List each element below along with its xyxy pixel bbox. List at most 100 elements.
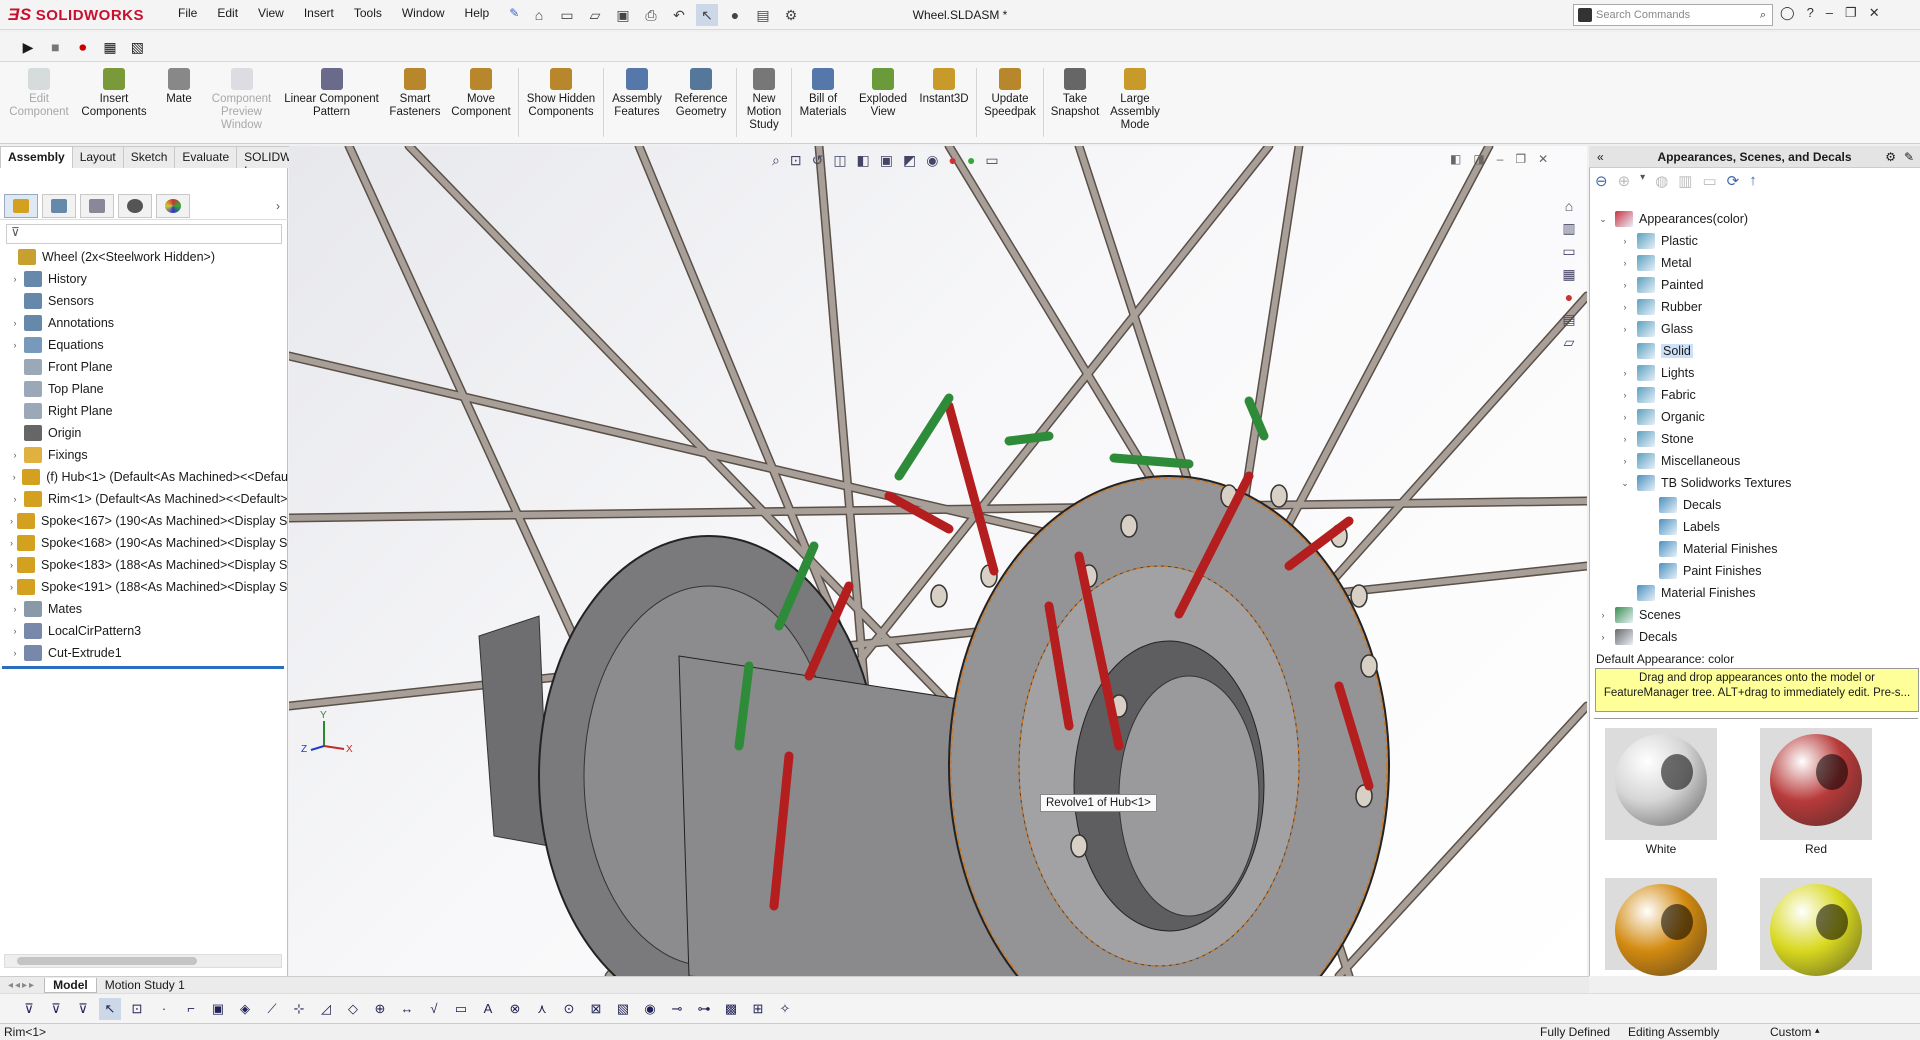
feature-tree-item[interactable]: › (f) Hub<1> (Default<As Machined><<Defau [0, 466, 288, 488]
appearance-tree-item[interactable]: › Rubber [1589, 296, 1920, 318]
appearance-tree-item[interactable]: Material Finishes [1589, 582, 1920, 604]
play-macro-icon[interactable]: ▶ [16, 36, 40, 60]
options-gear-icon[interactable]: ⚙ [780, 4, 802, 26]
save-icon[interactable]: ▣ [612, 4, 634, 26]
search-icon[interactable]: ⌕ [1760, 9, 1772, 22]
menu-window[interactable]: Window [402, 6, 445, 20]
appearance-tree-item[interactable]: › Painted [1589, 274, 1920, 296]
tile-left-icon[interactable]: ◧ [1450, 152, 1461, 166]
new-document-icon[interactable]: ▭ [556, 4, 578, 26]
filter-weld-symbols-icon[interactable]: ⋏ [531, 998, 553, 1020]
show-hidden-components-button[interactable]: Show Hidden Components [521, 62, 601, 143]
swatch-yellow[interactable] [1760, 878, 1872, 976]
history-dropdown-icon[interactable]: ▾ [1640, 172, 1645, 190]
expander-icon[interactable]: › [1619, 302, 1631, 312]
edit-component-button[interactable]: Edit Component [4, 62, 74, 143]
menu-help[interactable]: Help [465, 6, 490, 20]
swatch-orange[interactable] [1605, 878, 1717, 976]
viewport-restore-icon[interactable]: ❐ [1515, 152, 1526, 166]
feature-tree-item[interactable]: › History [0, 268, 288, 290]
feature-tree-item[interactable]: › Rim<1> (Default<As Machined><<Default> [0, 488, 288, 510]
feature-tree-item[interactable]: › Spoke<167> (190<As Machined><Display St [0, 510, 288, 532]
expander-icon[interactable]: › [10, 604, 20, 614]
options-gear-icon[interactable]: ⚙ [1885, 150, 1896, 164]
feature-tree-item[interactable]: Origin [0, 422, 288, 444]
stop-macro-icon[interactable]: ■ [43, 35, 67, 59]
traffic-light-icon[interactable]: ● [724, 4, 746, 26]
expander-icon[interactable]: › [1619, 324, 1631, 334]
instant3d-button[interactable]: Instant3D [914, 62, 974, 143]
pin-pane-icon[interactable]: ✎ [1904, 150, 1914, 164]
expander-icon[interactable]: › [10, 472, 18, 482]
solidworks-logo[interactable]: ƎS SOLIDWORKS [8, 3, 158, 27]
feature-tree-item[interactable]: Front Plane [0, 356, 288, 378]
expander-icon[interactable]: › [10, 494, 20, 504]
solidworks-resources-icon[interactable]: ⌂ [1565, 198, 1573, 214]
appearance-tree-item[interactable]: › Scenes [1589, 604, 1920, 626]
filter-dimensions-icon[interactable]: ↔ [396, 998, 418, 1020]
tab-motion-study[interactable]: Motion Study 1 [97, 978, 193, 992]
filter-geometric-tolerance-icon[interactable]: ▭ [450, 998, 472, 1020]
take-snapshot-button[interactable]: Take Snapshot [1046, 62, 1104, 143]
expander-icon[interactable]: › [10, 538, 13, 548]
edit-appearance-icon[interactable]: ● [948, 152, 956, 169]
filter-cosmetic-threads-icon[interactable]: ⊠ [585, 998, 607, 1020]
tab-layout[interactable]: Layout [71, 146, 124, 168]
help-icon[interactable]: ? [1807, 5, 1814, 21]
feature-tree-item[interactable]: Right Plane [0, 400, 288, 422]
expander-icon[interactable]: › [1619, 390, 1631, 400]
filter-input[interactable]: ⊽ [6, 224, 282, 244]
feature-tree-item[interactable]: › Annotations [0, 312, 288, 334]
section-view-icon[interactable]: ◫ [833, 152, 846, 169]
expander-icon[interactable]: › [10, 648, 20, 658]
appearance-tree-item[interactable]: › Fabric [1589, 384, 1920, 406]
scrollbar-thumb[interactable] [17, 957, 197, 965]
chevron-right-icon[interactable]: › [276, 199, 280, 213]
insert-components-button[interactable]: Insert Components [74, 62, 154, 143]
filter-surface-finish-icon[interactable]: √ [423, 998, 445, 1020]
appearance-tree-item[interactable]: › Lights [1589, 362, 1920, 384]
component-preview-window-button[interactable]: Component Preview Window [204, 62, 279, 143]
display-style-icon[interactable]: ◩ [903, 152, 916, 169]
mate-button[interactable]: Mate [154, 62, 204, 143]
appearance-tree-item[interactable]: ⌄ Appearances(color) [1589, 208, 1920, 230]
dimxpert-tab[interactable] [118, 193, 152, 218]
select-pointer-icon[interactable]: ↖ [99, 997, 121, 1020]
exploded-view-button[interactable]: Exploded View [852, 62, 914, 143]
zoom-to-fit-icon[interactable]: ⌕ [772, 152, 780, 169]
view-settings-icon[interactable]: ▭ [985, 152, 998, 169]
appearance-tree-item[interactable]: › Decals [1589, 626, 1920, 648]
swatch-red[interactable] [1760, 728, 1872, 840]
expander-icon[interactable]: › [10, 516, 13, 526]
expander-icon[interactable]: › [10, 340, 20, 350]
edit-macro-icon[interactable]: ▧ [125, 36, 149, 60]
filter-midsurface-icon[interactable]: ▩ [720, 998, 742, 1020]
expander-icon[interactable]: › [1619, 434, 1631, 444]
feature-tree-item[interactable]: › Spoke<191> (188<As Machined><Display St [0, 576, 288, 598]
move-component-button[interactable]: Move Component [446, 62, 516, 143]
filter-axes-icon[interactable]: ⟋ [261, 998, 283, 1020]
filter-datum-targets-icon[interactable]: ⊙ [558, 998, 580, 1020]
appearance-tree-item[interactable]: Solid [1589, 340, 1920, 362]
view-palette-icon[interactable]: ▦ [1562, 266, 1575, 283]
minimize-icon[interactable]: – [1826, 5, 1833, 21]
filter-spot-welds-icon[interactable]: ✧ [774, 998, 796, 1020]
filter-vertices-icon[interactable]: ⊡ [126, 998, 148, 1020]
select-icon[interactable]: ↖ [696, 4, 718, 26]
featuremanager-tab[interactable] [4, 193, 38, 218]
filter-routing-points-icon[interactable]: ⊶ [693, 998, 715, 1020]
filter-tables-icon[interactable]: ⊞ [747, 998, 769, 1020]
propertymanager-tab[interactable] [42, 193, 76, 218]
filter-faces-icon[interactable]: ▣ [207, 998, 229, 1020]
appearance-tree-item[interactable]: Material Finishes [1589, 538, 1920, 560]
pane-splitter[interactable] [1594, 718, 1918, 722]
tile-right-icon[interactable]: ◨ [1473, 152, 1484, 166]
new-macro-icon[interactable]: ▦ [98, 36, 122, 60]
graphics-area[interactable]: Y X Z [289, 146, 1587, 976]
expander-icon[interactable]: › [1597, 632, 1609, 642]
forward-icon[interactable]: ⊕ [1618, 172, 1631, 190]
expander-icon[interactable]: › [10, 626, 20, 636]
configurationmanager-tab[interactable] [80, 193, 114, 218]
filter-sketch-segments-icon[interactable]: ◿ [315, 998, 337, 1020]
appearance-tree-item[interactable]: ⌄ TB Solidworks Textures [1589, 472, 1920, 494]
